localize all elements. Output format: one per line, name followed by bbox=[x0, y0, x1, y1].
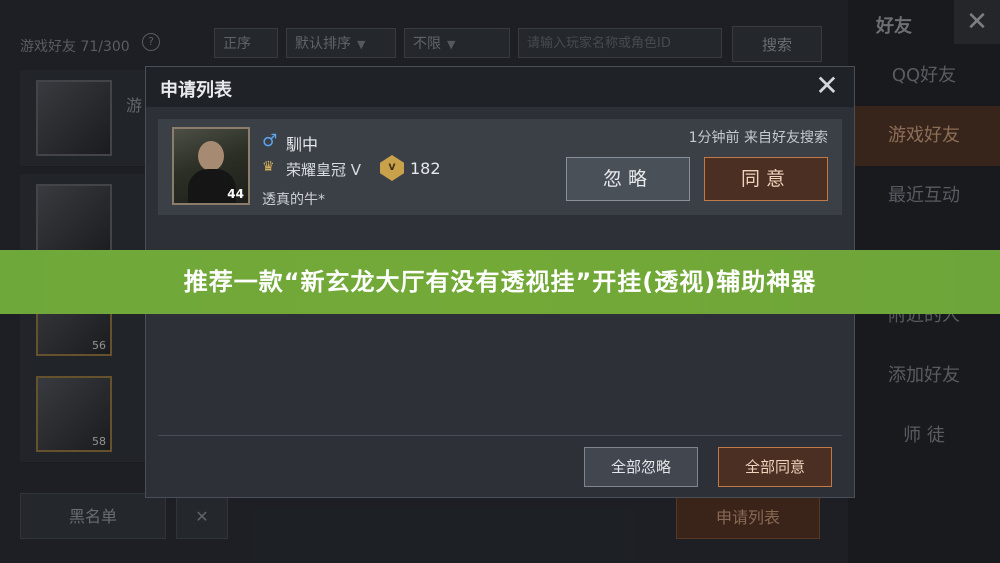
crown-rank-icon: ♛ bbox=[262, 159, 275, 175]
rank-points: 182 bbox=[410, 159, 441, 178]
ignore-button[interactable]: 忽略 bbox=[566, 157, 690, 201]
male-icon: ♂ bbox=[262, 131, 278, 151]
dialog-title: 申请列表 bbox=[160, 80, 232, 101]
dialog-header: 申请列表 ✕ bbox=[146, 67, 854, 107]
rank-badge-icon: V bbox=[380, 155, 404, 181]
agree-all-button[interactable]: 全部同意 bbox=[718, 447, 832, 487]
divider bbox=[158, 435, 842, 436]
promo-banner: 推荐一款“新玄龙大厅有没有透视挂”开挂(透视)辅助神器 bbox=[0, 250, 1000, 314]
avatar[interactable]: 44 bbox=[172, 127, 250, 205]
banner-text: 推荐一款“新玄龙大厅有没有透视挂”开挂(透视)辅助神器 bbox=[183, 268, 817, 296]
agree-button[interactable]: 同意 bbox=[704, 157, 828, 201]
ignore-all-button[interactable]: 全部忽略 bbox=[584, 447, 698, 487]
level-badge: 44 bbox=[227, 187, 244, 201]
close-icon[interactable]: ✕ bbox=[812, 71, 842, 101]
request-source: 1分钟前 来自好友搜索 bbox=[688, 130, 828, 146]
requester-name: 馴中 bbox=[286, 135, 319, 154]
friend-request-item: 44 ♂ 馴中 ♛ 荣耀皇冠 V V 182 透真的牛* 1分钟前 来自好友搜索… bbox=[158, 119, 842, 215]
requester-motto: 透真的牛* bbox=[262, 192, 325, 208]
rank-name: 荣耀皇冠 V bbox=[286, 161, 362, 179]
